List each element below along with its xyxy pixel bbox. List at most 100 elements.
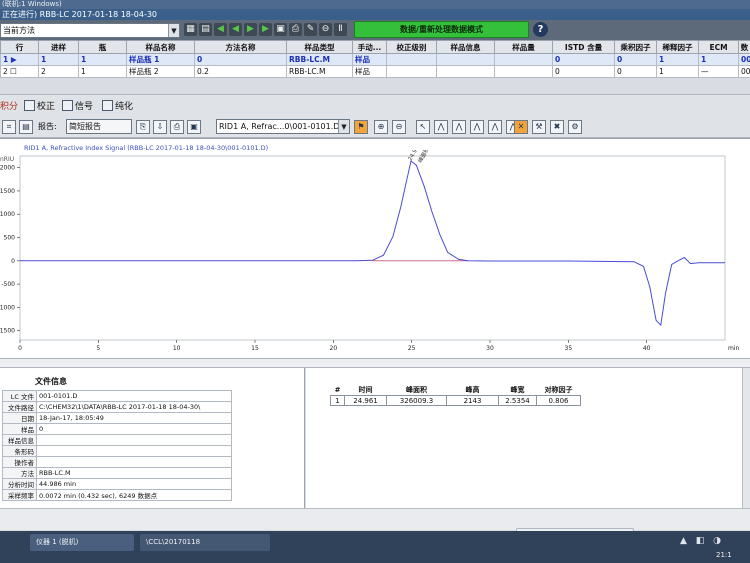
cell-sample-name[interactable]: 0	[194, 53, 287, 66]
cell-vial[interactable]: 样品瓶 1	[126, 53, 195, 66]
row-marker[interactable]: 1 ▶	[0, 53, 39, 66]
column-header[interactable]: 进样	[38, 40, 79, 54]
x-tick-label: 10	[173, 345, 181, 352]
splitter[interactable]	[0, 358, 750, 368]
split-peak-icon[interactable]: ⋀	[470, 120, 484, 134]
print-icon[interactable]: ⎙	[170, 120, 184, 134]
taskbar-item-folder[interactable]: \CCL\20170118	[140, 534, 270, 551]
column-header[interactable]: 手动...	[352, 40, 387, 54]
chromatogram-chart[interactable]: 2000 1500 1000 500 0 -500 -1000 -1500 0 5 10 15 20 25…	[0, 150, 750, 358]
column-header[interactable]: 数	[738, 40, 750, 54]
x-tick-label: 40	[643, 345, 651, 352]
cell-amount[interactable]: 0	[552, 65, 615, 78]
grid-icon[interactable]: ▦	[184, 23, 197, 36]
cell-multiplier[interactable]: 1	[656, 53, 699, 66]
chevron-down-icon[interactable]: ▼	[168, 24, 179, 37]
info-row: 采样频率 0.0072 min (0.432 sec), 6249 数据点	[2, 489, 232, 501]
cell-manual[interactable]	[386, 53, 437, 66]
cell-dilution[interactable]: 1	[698, 53, 739, 66]
delete-peak-icon[interactable]: ✕	[514, 120, 528, 134]
tab-calibration[interactable]: 校正	[24, 99, 55, 112]
cell-sample-type[interactable]: 样品	[352, 65, 387, 78]
cell-sample-info[interactable]	[494, 65, 553, 78]
table-row[interactable]: 1 ▶ 1 1 样品瓶 1 0 RBB-LC.M 样品 0 0 1 1 00	[0, 53, 750, 66]
zoom-out-icon[interactable]: ⊖	[392, 120, 406, 134]
report-combo[interactable]: 简短报告	[66, 119, 132, 134]
taskbar-item-instrument[interactable]: 仪器 1 (脱机)	[30, 534, 134, 551]
system-tray[interactable]: ▲ ◧ ◑	[680, 536, 724, 546]
vertical-scrollbar[interactable]	[742, 368, 750, 508]
manual-icon[interactable]: ⚒	[532, 120, 546, 134]
cell-vial[interactable]: 样品瓶 2	[126, 65, 195, 78]
cell-data[interactable]: 00	[738, 53, 750, 66]
help-icon[interactable]: ?	[533, 22, 548, 37]
baseline-icon[interactable]: ⋀	[434, 120, 448, 134]
cell-method[interactable]: RBB-LC.M	[286, 65, 353, 78]
cell-data[interactable]: 00	[738, 65, 750, 78]
column-header[interactable]: 瓶	[78, 40, 127, 54]
pause-icon[interactable]: Ⅱ	[334, 23, 347, 36]
tab-purify[interactable]: 纯化	[102, 99, 133, 112]
table-icon[interactable]: ▤	[19, 120, 33, 134]
column-header[interactable]: 样品信息	[436, 40, 495, 54]
cell-amount[interactable]: 0	[552, 53, 615, 66]
table-row[interactable]: 1 24.961 326009.3 2143 2.5354 0.806	[330, 395, 581, 406]
column-header[interactable]: 稀释因子	[656, 40, 699, 54]
row-marker[interactable]: 2 ☐	[0, 65, 39, 78]
cell-istd[interactable]: 0	[614, 53, 657, 66]
column-header[interactable]: 行	[0, 40, 39, 54]
cell-vial-number[interactable]: 1	[78, 53, 127, 66]
column-header[interactable]: 乘积因子	[614, 40, 657, 54]
cell-vial-number[interactable]: 1	[78, 65, 127, 78]
edit-icon[interactable]: ✎	[304, 23, 317, 36]
column-header[interactable]: ECM	[698, 40, 739, 54]
cell-istd[interactable]: 0	[614, 65, 657, 78]
cell-injection[interactable]: 2	[38, 65, 79, 78]
peak-icon[interactable]: ⋀	[452, 120, 466, 134]
integrate-icon[interactable]: ⚑	[354, 120, 368, 134]
rewind-icon[interactable]: ◀	[229, 23, 242, 36]
remove-icon[interactable]: ✖	[550, 120, 564, 134]
layout-icon[interactable]: ⌗	[2, 120, 16, 134]
cell-injection[interactable]: 1	[38, 53, 79, 66]
column-header[interactable]: 样品类型	[286, 40, 353, 54]
cell-multiplier[interactable]: 1	[656, 65, 699, 78]
tangent-icon[interactable]: ⋀	[488, 120, 502, 134]
chevron-down-icon[interactable]: ▼	[338, 120, 349, 133]
column-header[interactable]: 方法名称	[194, 40, 287, 54]
settings-icon[interactable]: ⚙	[568, 120, 582, 134]
peak-width: 2.5354	[498, 395, 537, 406]
tab-integration[interactable]: 积分	[0, 99, 18, 112]
info-key: 日期	[2, 412, 37, 424]
previous-icon[interactable]: ◀	[214, 23, 227, 36]
column-header[interactable]: 校正级别	[386, 40, 437, 54]
cell-sample-type[interactable]: 样品	[352, 53, 387, 66]
preview-icon[interactable]: ⎘	[136, 120, 150, 134]
x-tick-label: 0	[18, 345, 22, 352]
print-icon[interactable]: ⎙	[289, 23, 302, 36]
cell-sample-name[interactable]: 0.2	[194, 65, 287, 78]
save-icon[interactable]: ▣	[274, 23, 287, 36]
signal-combo[interactable]: RID1 A, Refrac...0\001-0101.D) ▼	[216, 119, 350, 134]
pointer-icon[interactable]: ↖	[416, 120, 430, 134]
stop-icon[interactable]: ⊖	[319, 23, 332, 36]
export-icon[interactable]: ⇩	[153, 120, 167, 134]
tab-signal[interactable]: 信号	[62, 99, 93, 112]
cell-cal-level[interactable]	[436, 53, 495, 66]
column-header[interactable]: ISTD 含量	[552, 40, 615, 54]
sequence-icon[interactable]: ▤	[199, 23, 212, 36]
table-row[interactable]: 2 ☐ 2 1 样品瓶 2 0.2 RBB-LC.M 样品 0 0 1 — 00	[0, 65, 750, 78]
cell-sample-info[interactable]	[494, 53, 553, 66]
next-icon[interactable]: ▶	[259, 23, 272, 36]
peak-table[interactable]: # 时间 峰面积 峰高 峰宽 对称因子 1 24.961 326009.3 21…	[330, 385, 581, 406]
cell-cal-level[interactable]	[436, 65, 495, 78]
play-icon[interactable]: ▶	[244, 23, 257, 36]
method-combo[interactable]: 当前方法 ▼	[0, 23, 180, 38]
save-report-icon[interactable]: ▣	[187, 120, 201, 134]
column-header[interactable]: 样品量	[494, 40, 553, 54]
cell-manual[interactable]	[386, 65, 437, 78]
cell-ecm[interactable]: —	[698, 65, 739, 78]
zoom-in-icon[interactable]: ⊕	[374, 120, 388, 134]
cell-method[interactable]: RBB-LC.M	[286, 53, 353, 66]
column-header[interactable]: 样品名称	[126, 40, 195, 54]
